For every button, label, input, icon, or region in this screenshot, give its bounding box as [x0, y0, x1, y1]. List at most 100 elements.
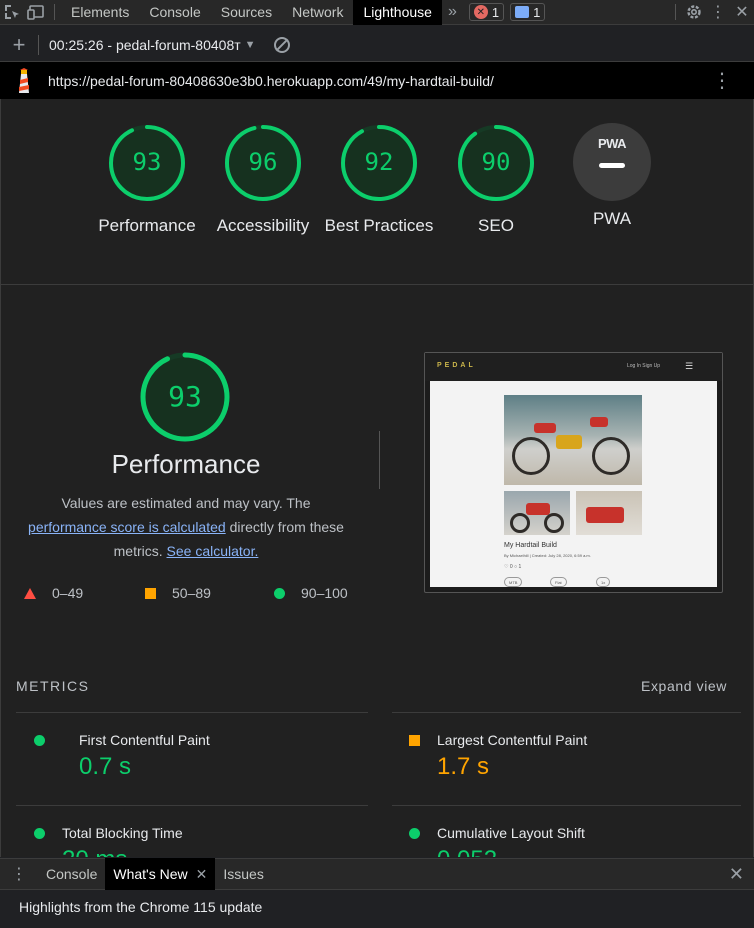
tag-chip: MTB: [504, 577, 523, 587]
hamburger-icon: ☰: [685, 361, 694, 371]
devtools-tabbar: Elements Console Sources Network Lightho…: [0, 0, 754, 25]
gauge-label: Accessibility: [216, 216, 310, 235]
metrics-divider: [16, 712, 368, 713]
chevron-double-right-icon[interactable]: »: [442, 3, 463, 21]
legend-pass: 90–100: [274, 585, 348, 601]
tab-network[interactable]: Network: [282, 0, 353, 25]
drawer-tab-console[interactable]: Console: [38, 858, 105, 890]
more-options-icon[interactable]: ⋮: [706, 0, 730, 25]
gauge-score: 93: [133, 148, 162, 176]
see-calculator-link[interactable]: See calculator.: [167, 543, 259, 559]
average-square-icon: [409, 735, 420, 746]
gauge-score: 92: [365, 148, 394, 176]
screenshot-nav-links: Log In Sign Up: [627, 363, 661, 369]
drawer-menu-icon[interactable]: ⋮: [0, 864, 38, 884]
pass-circle-icon: [409, 828, 420, 839]
plus-icon[interactable]: +: [0, 34, 38, 56]
pass-circle-icon: [34, 828, 45, 839]
tab-sources[interactable]: Sources: [211, 0, 282, 25]
toolbar-divider: [675, 4, 676, 20]
metrics-divider: [392, 712, 741, 713]
metric-value: 20 ms: [62, 846, 127, 857]
final-screenshot[interactable]: PEDAL Log In Sign Up ☰ My Hardtail Build: [424, 352, 723, 593]
metric-value: 0.7 s: [79, 753, 132, 780]
tab-console[interactable]: Console: [139, 0, 210, 25]
section-divider: [379, 431, 380, 489]
gauge-label: PWA: [592, 209, 632, 228]
gauge-seo[interactable]: 90 SEO: [436, 123, 556, 238]
metric-name: Total Blocking Time: [62, 825, 183, 841]
bike-photo-small: [504, 491, 570, 535]
pwa-badge-icon: PWA: [573, 123, 651, 201]
tab-lighthouse[interactable]: Lighthouse: [353, 0, 442, 25]
error-count: 1: [491, 4, 500, 20]
report-url-bar: https://pedal-forum-80408630e3b0.herokua…: [0, 62, 754, 99]
metrics-heading: METRICS: [16, 678, 90, 694]
whats-new-highlight[interactable]: Highlights from the Chrome 115 update: [0, 890, 754, 928]
device-toolbar-icon[interactable]: [24, 0, 48, 25]
metrics-divider: [392, 805, 741, 806]
pass-circle-icon: [34, 735, 45, 746]
tab-elements[interactable]: Elements: [61, 0, 139, 25]
screenshot-post-title: My Hardtail Build: [504, 542, 557, 549]
close-tab-icon[interactable]: ✕: [196, 866, 208, 882]
performance-score-link[interactable]: performance score is calculated: [28, 519, 226, 535]
toolbar-divider: [38, 35, 39, 55]
bike-photo: [504, 395, 642, 485]
gauge-accessibility[interactable]: 96 Accessibility: [203, 123, 323, 238]
metric-name: First Contentful Paint: [79, 732, 210, 748]
gear-icon[interactable]: [682, 0, 706, 25]
square-icon: [145, 587, 156, 599]
screenshot-navbar: PEDAL Log In Sign Up ☰: [425, 353, 722, 381]
report-url[interactable]: https://pedal-forum-80408630e3b0.herokua…: [48, 73, 494, 89]
lighthouse-report: 93 Performance 96 Accessibility 92 Best …: [0, 99, 754, 857]
error-count-badge[interactable]: ✕ 1: [468, 3, 505, 21]
inspect-element-icon[interactable]: [0, 0, 24, 25]
block-icon[interactable]: [273, 37, 290, 53]
performance-gauge-large: 93: [133, 345, 237, 454]
gauge-best-practices[interactable]: 92 Best Practices: [319, 123, 439, 238]
drawer-tab-issues[interactable]: Issues: [215, 858, 271, 890]
error-icon: ✕: [473, 5, 488, 19]
performance-title: Performance: [111, 449, 261, 479]
gauge-score: 96: [249, 148, 278, 176]
gauge-ring: 90: [458, 125, 534, 201]
close-drawer-icon[interactable]: ✕: [729, 864, 744, 885]
lighthouse-logo-icon: [0, 67, 48, 94]
gauge-ring: 96: [225, 125, 301, 201]
screenshot-page: My Hardtail Build By Michaelhill | Creat…: [430, 381, 717, 587]
drawer-tab-whats-new[interactable]: What's New ✕: [105, 858, 216, 890]
expand-view-toggle[interactable]: Expand view: [641, 678, 727, 694]
circle-icon: [274, 587, 285, 599]
triangle-icon: [24, 587, 36, 599]
legend-fail: 0–49: [24, 585, 83, 601]
category-gauges: 93 Performance 96 Accessibility 92 Best …: [1, 99, 753, 285]
metric-name: Largest Contentful Paint: [437, 732, 588, 748]
saddlebag-photo: [576, 491, 642, 535]
gauge-label: Performance: [98, 216, 196, 235]
tag-chip: 1x: [596, 577, 611, 587]
tag-chip: Flat: [550, 577, 567, 587]
more-options-icon[interactable]: ⋮: [712, 68, 732, 93]
screenshot-post-icons: ♡ 0 ○ 1: [504, 564, 522, 570]
gauge-ring: 93: [109, 125, 185, 201]
metric-value: 1.7 s: [437, 753, 490, 780]
message-count-badge[interactable]: 1: [510, 3, 546, 21]
screenshot-post-meta: By Michaelhill | Created: July 28, 2020,…: [504, 553, 591, 558]
chevron-down-icon: ▼: [244, 39, 256, 51]
metric-value: 0.052: [437, 846, 497, 857]
metrics-divider: [16, 805, 368, 806]
gauge-label: Best Practices: [324, 216, 434, 235]
legend-average: 50–89: [145, 585, 211, 601]
close-icon[interactable]: ✕: [730, 0, 754, 25]
gauge-pwa[interactable]: PWA PWA: [552, 123, 672, 231]
performance-description: Values are estimated and may vary. The p…: [28, 495, 344, 559]
report-selector[interactable]: 00:25:26 - pedal-forum-80408т ▼: [49, 37, 256, 53]
gauge-ring: 92: [341, 125, 417, 201]
drawer-tabbar: ⋮ Console What's New ✕ Issues ✕: [0, 858, 754, 890]
toolbar-divider: [54, 4, 55, 20]
report-toolbar: + 00:25:26 - pedal-forum-80408т ▼: [0, 29, 754, 62]
screenshot-brand: PEDAL: [437, 362, 476, 369]
gauge-performance[interactable]: 93 Performance: [87, 123, 207, 238]
gauge-label: SEO: [478, 216, 514, 235]
